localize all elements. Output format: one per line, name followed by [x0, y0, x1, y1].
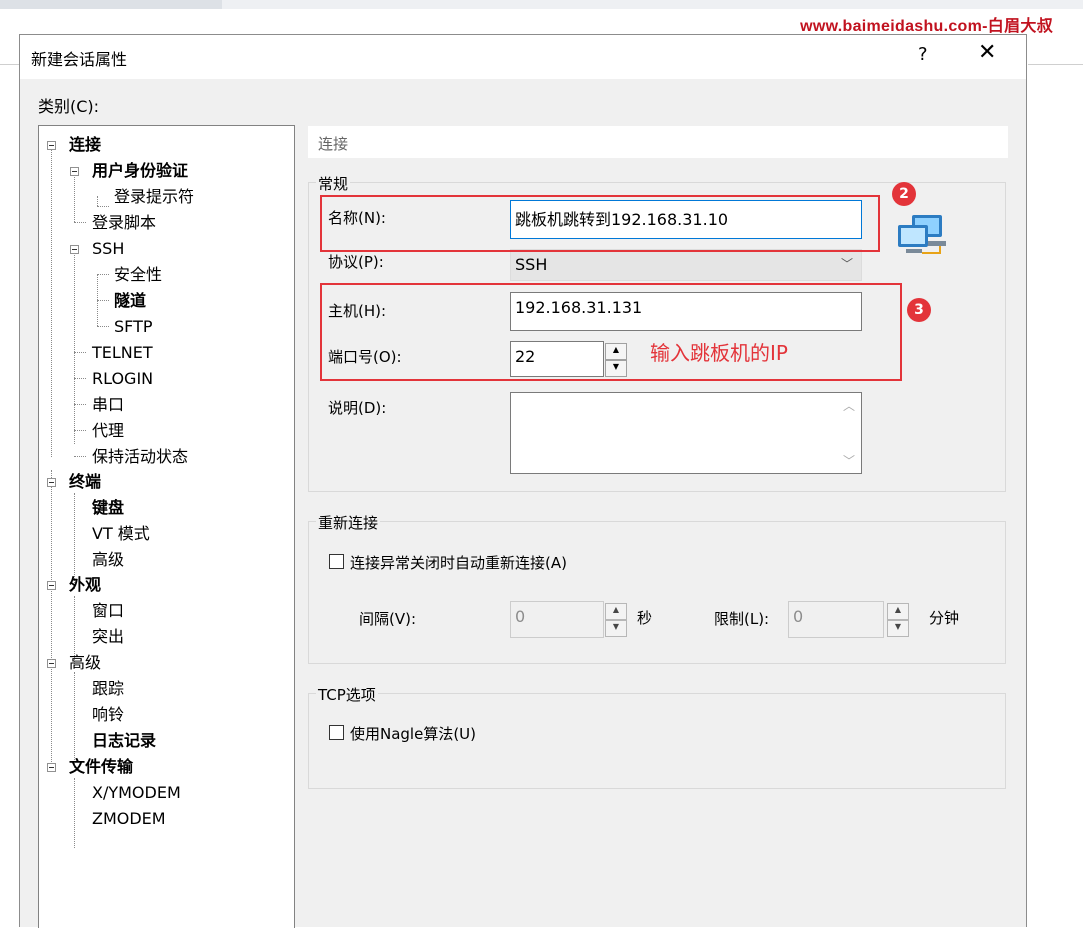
reconnect-group-label: 重新连接 — [316, 512, 381, 533]
auto-reconnect-label: 连接异常关闭时自动重新连接(A) — [350, 554, 567, 572]
protocol-value: SSH — [515, 255, 548, 274]
tree-item-window[interactable]: 窗口 — [92, 601, 124, 621]
chevron-down-icon: ﹀ — [840, 257, 853, 271]
background-divider — [1028, 64, 1083, 65]
section-header: 连接 — [308, 126, 1008, 158]
network-computers-icon — [898, 215, 946, 254]
tree-item-xymodem[interactable]: X/YMODEM — [92, 783, 181, 803]
spin-down-icon[interactable]: ▼ — [887, 620, 909, 637]
close-button[interactable]: ✕ — [978, 40, 996, 65]
tree-item-sftp[interactable]: SFTP — [114, 317, 153, 337]
tree-item-bell[interactable]: 响铃 — [92, 705, 124, 725]
help-button[interactable]: ? — [918, 44, 928, 65]
description-textarea[interactable] — [510, 392, 862, 474]
tree-item-trace[interactable]: 跟踪 — [92, 679, 124, 699]
annotation-box-name — [320, 195, 880, 252]
tree-item-terminal[interactable]: 终端 — [69, 472, 101, 492]
limit-spinner[interactable]: ▲ ▼ — [887, 603, 909, 637]
tree-item-vt-mode[interactable]: VT 模式 — [92, 524, 150, 544]
category-label: 类别(C): — [38, 97, 100, 116]
tree-item-highlight[interactable]: 突出 — [92, 627, 124, 647]
tree-item-zmodem[interactable]: ZMODEM — [92, 809, 166, 829]
section-title: 连接 — [318, 135, 349, 153]
interval-unit: 秒 — [637, 609, 653, 627]
tree-item-appearance[interactable]: 外观 — [69, 575, 101, 595]
auto-reconnect-checkbox[interactable] — [329, 554, 344, 569]
category-tree[interactable]: 连接 用户身份验证 登录提示符 登录脚本 SSH 安全性 隧道 SFTP TEL… — [38, 125, 295, 928]
tree-item-terminal-advanced[interactable]: 高级 — [92, 550, 124, 570]
session-properties-dialog: 新建会话属性 ? ✕ 类别(C): 连接 用户身份验证 登录提示符 登录脚本 S… — [19, 34, 1027, 928]
protocol-select[interactable]: SSH ﹀ — [510, 249, 862, 281]
tree-item-file-transfer[interactable]: 文件传输 — [69, 757, 133, 777]
spin-up-icon[interactable]: ▲ — [605, 603, 627, 620]
background-divider — [0, 64, 20, 65]
tree-item-ssh[interactable]: SSH — [92, 239, 124, 259]
nagle-label: 使用Nagle算法(U) — [350, 725, 477, 743]
scroll-up-icon[interactable]: ︿ — [843, 397, 855, 414]
scroll-down-icon[interactable]: ﹀ — [843, 452, 855, 469]
background-app-tab — [0, 0, 222, 9]
tree-item-keyboard[interactable]: 键盘 — [92, 498, 124, 518]
watermark: www.baimeidashu.com-白眉大叔 — [800, 18, 1053, 35]
reconnect-group — [308, 521, 1006, 664]
spin-up-icon[interactable]: ▲ — [887, 603, 909, 620]
tcp-group-label: TCP选项 — [316, 684, 378, 705]
protocol-label: 协议(P): — [328, 253, 384, 271]
description-label: 说明(D): — [328, 399, 387, 417]
limit-unit: 分钟 — [929, 609, 960, 627]
tree-item-keepalive[interactable]: 保持活动状态 — [92, 447, 188, 467]
annotation-badge-3: 3 — [907, 298, 931, 322]
tree-item-user-auth[interactable]: 用户身份验证 — [92, 161, 188, 181]
tree-item-proxy[interactable]: 代理 — [92, 421, 124, 441]
nagle-checkbox[interactable] — [329, 725, 344, 740]
tree-item-telnet[interactable]: TELNET — [92, 343, 153, 363]
annotation-box-host — [320, 283, 902, 381]
tree-item-login-script[interactable]: 登录脚本 — [92, 213, 156, 233]
dialog-title: 新建会话属性 — [31, 50, 128, 69]
interval-label: 间隔(V): — [359, 610, 417, 628]
interval-input[interactable]: 0 — [510, 601, 604, 638]
general-group-label: 常规 — [316, 173, 351, 194]
limit-input[interactable]: 0 — [788, 601, 884, 638]
tree-item-connection[interactable]: 连接 — [69, 135, 101, 155]
tree-item-tunnel[interactable]: 隧道 — [114, 291, 146, 311]
tree-item-serial[interactable]: 串口 — [92, 395, 124, 415]
interval-spinner[interactable]: ▲ ▼ — [605, 603, 627, 637]
spin-down-icon[interactable]: ▼ — [605, 620, 627, 637]
tree-item-security[interactable]: 安全性 — [114, 265, 162, 285]
limit-label: 限制(L): — [714, 610, 770, 628]
tree-item-logging[interactable]: 日志记录 — [92, 731, 156, 751]
tree-item-advanced[interactable]: 高级 — [69, 653, 101, 673]
dialog-titlebar: 新建会话属性 ? ✕ — [20, 35, 1026, 79]
annotation-badge-2: 2 — [892, 182, 916, 206]
tree-item-rlogin[interactable]: RLOGIN — [92, 369, 153, 389]
tree-item-login-prompt[interactable]: 登录提示符 — [114, 187, 194, 207]
annotation-note: 输入跳板机的IP — [650, 341, 788, 365]
